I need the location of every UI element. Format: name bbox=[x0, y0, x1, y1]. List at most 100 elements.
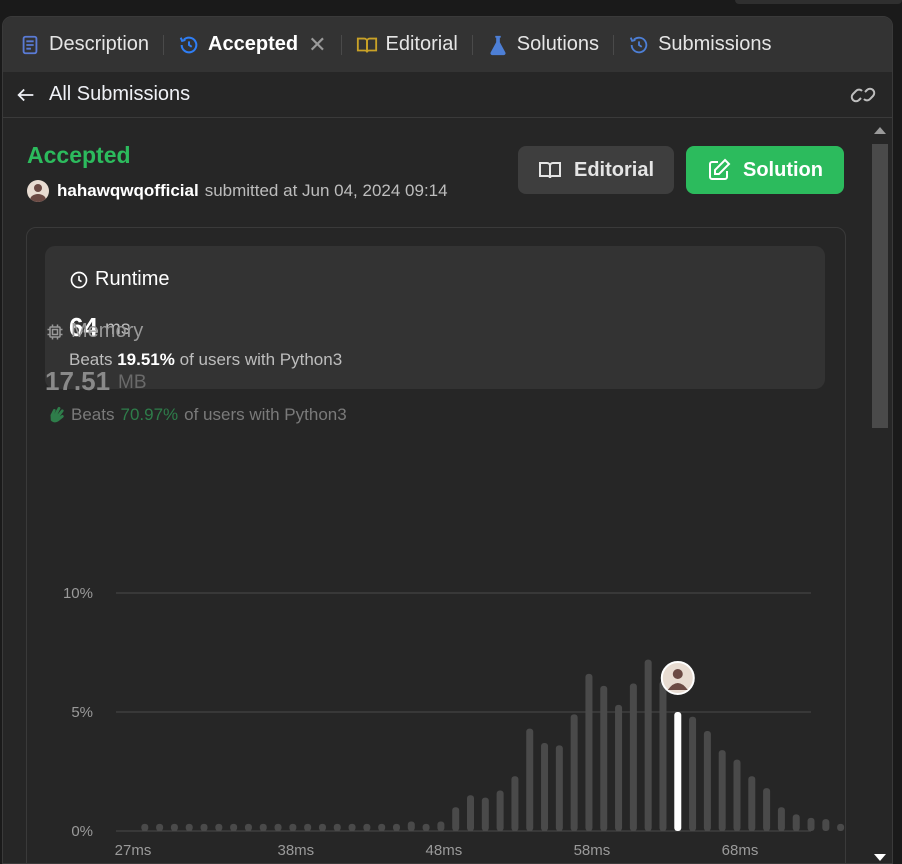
distribution-bar[interactable] bbox=[392, 823, 400, 831]
tab-description[interactable]: Description bbox=[19, 17, 149, 72]
distribution-bar[interactable] bbox=[318, 823, 326, 831]
distribution-bar[interactable] bbox=[422, 823, 430, 831]
distribution-bar[interactable] bbox=[541, 742, 549, 831]
clock-icon bbox=[70, 271, 88, 288]
tab-accepted[interactable]: Accepted ✕ bbox=[178, 17, 327, 72]
highlight-bar[interactable] bbox=[674, 712, 682, 831]
memory-title: Memory bbox=[45, 320, 143, 343]
distribution-bar[interactable] bbox=[185, 823, 193, 831]
distribution-bar[interactable] bbox=[452, 807, 460, 831]
distribution-bar[interactable] bbox=[570, 714, 578, 831]
distribution-bar[interactable] bbox=[837, 823, 845, 831]
scroll-thumb[interactable] bbox=[872, 144, 888, 428]
distribution-bar[interactable] bbox=[777, 807, 785, 831]
distribution-bar[interactable] bbox=[200, 823, 208, 831]
y-tick-label: 0% bbox=[71, 823, 93, 840]
submitter-line: hahawqwqofficial submitted at Jun 04, 20… bbox=[27, 180, 448, 202]
memory-box[interactable]: Memory 17.51 MB Beats 70.97% of users wi… bbox=[45, 320, 745, 430]
book-icon bbox=[356, 37, 377, 53]
memory-value: 17.51 bbox=[45, 366, 111, 396]
distribution-bar[interactable] bbox=[141, 823, 149, 831]
memory-beats-pct: 70.97% bbox=[120, 405, 179, 424]
distribution-bar[interactable] bbox=[437, 821, 445, 831]
tab-separator bbox=[471, 34, 473, 55]
distribution-bar[interactable] bbox=[259, 823, 267, 831]
distribution-bar[interactable] bbox=[244, 823, 252, 831]
close-icon[interactable]: ✕ bbox=[308, 32, 326, 58]
avatar-head bbox=[672, 669, 683, 679]
memory-title-label: Memory bbox=[71, 320, 144, 342]
distribution-bar[interactable] bbox=[822, 819, 830, 831]
distribution-bar[interactable] bbox=[289, 823, 297, 831]
distribution-bar[interactable] bbox=[585, 673, 593, 831]
distribution-bar[interactable] bbox=[748, 776, 756, 831]
tab-submissions-label: Submissions bbox=[658, 33, 772, 55]
runtime-distribution-svg: 10% 5% 0% 27ms 38ms 48ms 58ms 68ms bbox=[63, 585, 845, 859]
tab-solutions[interactable]: Solutions bbox=[487, 17, 599, 72]
distribution-bar[interactable] bbox=[467, 795, 475, 831]
top-edge-strip bbox=[735, 0, 902, 4]
scroll-up-arrow-icon[interactable] bbox=[874, 127, 886, 134]
editorial-button[interactable]: Editorial bbox=[518, 146, 674, 194]
distribution-bar[interactable] bbox=[644, 659, 652, 831]
description-icon bbox=[22, 35, 38, 54]
tab-editorial-label: Editorial bbox=[385, 33, 458, 55]
distribution-bar[interactable] bbox=[274, 823, 282, 831]
distribution-bar[interactable] bbox=[481, 797, 489, 831]
tab-submissions[interactable]: Submissions bbox=[628, 17, 771, 72]
distribution-bar[interactable] bbox=[792, 814, 800, 831]
memory-beats-prefix: Beats bbox=[71, 405, 115, 424]
submission-subbar: All Submissions bbox=[3, 72, 892, 118]
distribution-bar[interactable] bbox=[496, 790, 504, 831]
tab-description-label: Description bbox=[49, 33, 150, 55]
distribution-bar[interactable] bbox=[807, 817, 815, 831]
distribution-bar[interactable] bbox=[629, 683, 637, 831]
submission-panel: Description Accepted ✕ Editorial Solutio… bbox=[2, 16, 893, 864]
tab-separator bbox=[163, 34, 165, 55]
x-tick-label: 68ms bbox=[722, 842, 759, 859]
distribution-bar[interactable] bbox=[555, 745, 563, 831]
distribution-bar[interactable] bbox=[230, 823, 238, 831]
distribution-bar[interactable] bbox=[526, 728, 534, 831]
flask-icon bbox=[490, 35, 506, 55]
distribution-bar[interactable] bbox=[659, 681, 667, 831]
submission-status: Accepted bbox=[27, 142, 131, 168]
tab-editorial[interactable]: Editorial bbox=[356, 17, 458, 72]
waving-hand-icon bbox=[50, 406, 64, 423]
tab-solutions-label: Solutions bbox=[516, 33, 600, 55]
vertical-scrollbar[interactable] bbox=[868, 118, 892, 863]
history-icon bbox=[629, 36, 648, 53]
memory-beats: Beats 70.97% of users with Python3 bbox=[45, 404, 347, 426]
tab-separator bbox=[613, 34, 615, 55]
distribution-bar[interactable] bbox=[304, 823, 312, 831]
solution-button[interactable]: Solution bbox=[686, 146, 844, 194]
memory-beats-suffix: of users with Python3 bbox=[184, 405, 347, 424]
username[interactable]: hahawqwqofficial bbox=[57, 181, 199, 201]
scroll-down-arrow-icon[interactable] bbox=[874, 854, 886, 861]
distribution-bar[interactable] bbox=[407, 821, 415, 831]
x-tick-label: 38ms bbox=[278, 842, 315, 859]
book-icon bbox=[538, 162, 561, 179]
distribution-bar[interactable] bbox=[615, 704, 623, 831]
distribution-bar[interactable] bbox=[703, 731, 711, 831]
distribution-bar[interactable] bbox=[733, 759, 741, 831]
x-tick-label: 48ms bbox=[426, 842, 463, 859]
distribution-bar[interactable] bbox=[156, 823, 164, 831]
tab-accepted-label: Accepted bbox=[208, 33, 299, 55]
tab-separator bbox=[340, 34, 342, 55]
distribution-bar[interactable] bbox=[378, 823, 386, 831]
distribution-bar[interactable] bbox=[170, 823, 178, 831]
history-icon bbox=[179, 36, 198, 53]
distribution-bar[interactable] bbox=[348, 823, 356, 831]
distribution-bar[interactable] bbox=[215, 823, 223, 831]
distribution-bar[interactable] bbox=[511, 776, 519, 831]
all-submissions-back-link[interactable]: All Submissions bbox=[15, 83, 190, 106]
distribution-bar[interactable] bbox=[718, 750, 726, 831]
avatar[interactable] bbox=[27, 180, 49, 202]
distribution-bar[interactable] bbox=[600, 685, 608, 831]
distribution-bar[interactable] bbox=[763, 788, 771, 831]
distribution-bar[interactable] bbox=[689, 716, 697, 831]
link-icon[interactable] bbox=[850, 84, 876, 106]
distribution-bar[interactable] bbox=[333, 823, 341, 831]
distribution-bar[interactable] bbox=[363, 823, 371, 831]
